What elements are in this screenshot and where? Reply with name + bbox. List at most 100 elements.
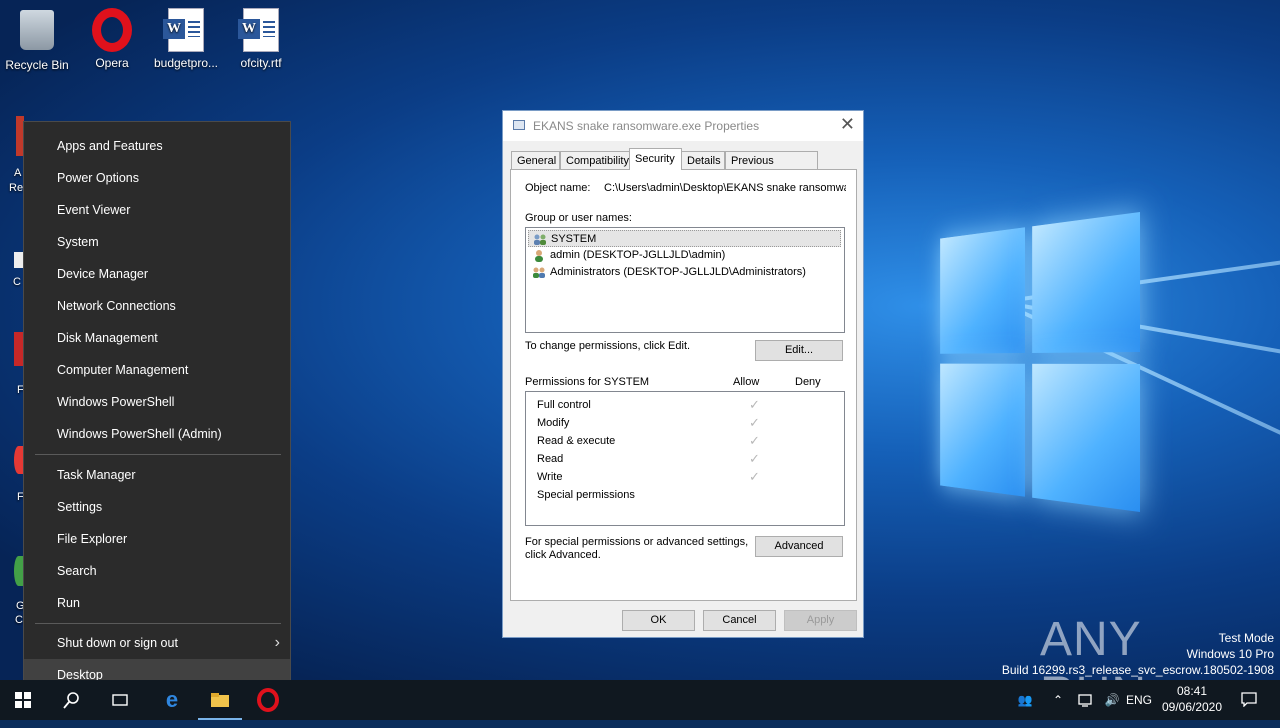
advanced-settings-hint: For special permissions or advanced sett… xyxy=(525,536,748,562)
ok-button[interactable]: OK xyxy=(622,610,695,631)
menu-item-run[interactable]: Run xyxy=(24,587,290,619)
menu-item-event-viewer[interactable]: Event Viewer xyxy=(24,194,290,226)
dialog-titlebar[interactable]: EKANS snake ransomware.exe Properties ✕ xyxy=(503,111,863,141)
desktop-icon-opera[interactable]: Opera xyxy=(75,8,149,70)
allow-check-icon: ✓ xyxy=(749,397,760,412)
allow-check-icon: ✓ xyxy=(749,433,760,448)
people-icon: 👥 xyxy=(1017,693,1033,707)
menu-item-file-explorer[interactable]: File Explorer xyxy=(24,523,290,555)
group-or-user-names-list[interactable]: SYSTEM admin (DESKTOP-JGLLJLD\admin) Adm… xyxy=(525,227,845,333)
tab-compatibility[interactable]: Compatibility xyxy=(560,151,630,169)
test-mode-notice: Test Mode Windows 10 Pro Build 16299.rs3… xyxy=(1002,630,1274,678)
task-view-button[interactable] xyxy=(98,680,142,720)
partial-app-icon xyxy=(14,556,23,586)
partial-icon-label: C xyxy=(15,614,23,626)
show-hidden-icons-button[interactable]: ⌃ xyxy=(1046,680,1070,720)
taskbar-app-opera[interactable] xyxy=(246,680,290,720)
list-item-admin[interactable]: admin (DESKTOP-JGLLJLD\admin) xyxy=(528,247,725,264)
permission-name: Modify xyxy=(537,417,570,429)
menu-item-windows-powershell-admin[interactable]: Windows PowerShell (Admin) xyxy=(24,418,290,450)
hint-line: For special permissions or advanced sett… xyxy=(525,536,749,548)
properties-dialog: EKANS snake ransomware.exe Properties ✕ … xyxy=(502,110,864,638)
tab-details[interactable]: Details xyxy=(681,151,725,169)
permission-name: Read & execute xyxy=(537,435,616,447)
partial-app-icon xyxy=(14,332,23,366)
deny-column-header: Deny xyxy=(795,376,821,388)
power-user-menu: Apps and Features Power Options Event Vi… xyxy=(23,121,291,699)
search-button[interactable] xyxy=(50,680,94,720)
desktop-icon-ofcity[interactable]: W ofcity.rtf xyxy=(224,8,298,70)
apply-button[interactable]: Apply xyxy=(784,610,857,631)
menu-item-computer-management[interactable]: Computer Management xyxy=(24,354,290,386)
network-tray-button[interactable] xyxy=(1074,680,1098,720)
permission-row-read-execute: Read & execute ✓ xyxy=(537,432,760,450)
permissions-for-label: Permissions for SYSTEM xyxy=(525,376,650,388)
volume-tray-button[interactable]: 🔊 xyxy=(1100,680,1124,720)
word-document-icon: W xyxy=(238,8,279,52)
start-button[interactable] xyxy=(0,680,46,720)
edition-line: Windows 10 Pro xyxy=(1186,647,1274,661)
windows-start-icon xyxy=(15,692,31,708)
partial-icon-label: C xyxy=(13,276,21,288)
input-language-indicator[interactable]: ENG xyxy=(1124,680,1154,720)
hint-line: click Advanced. xyxy=(525,549,601,561)
word-document-icon: W xyxy=(163,8,204,52)
permission-row-write: Write ✓ xyxy=(537,468,760,486)
menu-item-shut-down-or-sign-out[interactable]: Shut down or sign out › xyxy=(24,627,290,659)
desktop-icon-budgetpro[interactable]: W budgetpro... xyxy=(149,8,223,70)
permission-name: Read xyxy=(537,453,564,465)
menu-item-device-manager[interactable]: Device Manager xyxy=(24,258,290,290)
partial-icon-label: Re xyxy=(9,182,24,194)
menu-item-settings[interactable]: Settings xyxy=(24,491,290,523)
opera-icon xyxy=(92,8,132,52)
menu-item-windows-powershell[interactable]: Windows PowerShell xyxy=(24,386,290,418)
list-item-system[interactable]: SYSTEM xyxy=(528,230,841,247)
taskbar-app-file-explorer[interactable] xyxy=(198,680,242,720)
taskbar-app-edge[interactable]: e xyxy=(150,680,194,720)
menu-item-task-manager[interactable]: Task Manager xyxy=(24,459,290,491)
test-mode-line: Test Mode xyxy=(1218,631,1274,645)
advanced-button[interactable]: Advanced xyxy=(755,536,843,557)
opera-icon xyxy=(257,688,279,712)
group-or-user-names-label: Group or user names: xyxy=(525,212,632,224)
menu-separator xyxy=(35,454,281,455)
permission-row-read: Read ✓ xyxy=(537,450,760,468)
menu-item-search[interactable]: Search xyxy=(24,555,290,587)
tab-previous-versions[interactable]: Previous Versions xyxy=(725,151,818,185)
menu-item-disk-management[interactable]: Disk Management xyxy=(24,322,290,354)
menu-item-apps-and-features[interactable]: Apps and Features xyxy=(24,130,290,162)
close-icon[interactable]: ✕ xyxy=(840,114,855,135)
taskbar: e 👥 ⌃ 🔊 ENG 08:41 09/06/2020 xyxy=(0,680,1280,720)
allow-column-header: Allow xyxy=(733,376,760,388)
chevron-up-icon: ⌃ xyxy=(1052,693,1064,707)
partial-app-icon xyxy=(14,252,23,268)
list-item-label: Administrators (DESKTOP-JGLLJLD\Administ… xyxy=(550,266,806,278)
menu-item-network-connections[interactable]: Network Connections xyxy=(24,290,290,322)
menu-item-power-options[interactable]: Power Options xyxy=(24,162,290,194)
menu-item-system[interactable]: System xyxy=(24,226,290,258)
recycle-bin-icon xyxy=(20,10,54,50)
permission-name: Full control xyxy=(537,399,591,411)
users-group-icon xyxy=(534,234,546,245)
desktop-icon-recycle-bin[interactable]: Recycle Bin xyxy=(0,8,74,72)
menu-item-label: Shut down or sign out xyxy=(57,636,178,650)
people-button[interactable]: 👥 xyxy=(1010,680,1040,720)
edit-button[interactable]: Edit... xyxy=(755,340,843,361)
cancel-button[interactable]: Cancel xyxy=(703,610,776,631)
chevron-right-icon: › xyxy=(274,634,280,651)
user-icon xyxy=(535,250,543,262)
system-clock[interactable]: 08:41 09/06/2020 xyxy=(1158,683,1226,715)
desktop-icon-label: ofcity.rtf xyxy=(240,56,282,70)
tab-general[interactable]: General xyxy=(511,151,560,169)
list-item-administrators[interactable]: Administrators (DESKTOP-JGLLJLD\Administ… xyxy=(528,264,806,281)
permissions-list[interactable]: Full control ✓ Modify ✓ Read & execute ✓… xyxy=(525,391,845,526)
folder-icon xyxy=(211,693,229,707)
tab-security[interactable]: Security xyxy=(629,148,682,170)
desktop-icon-label: Opera xyxy=(95,56,129,70)
clock-date: 09/06/2020 xyxy=(1161,700,1223,714)
change-permissions-hint: To change permissions, click Edit. xyxy=(525,340,691,352)
edge-icon: e xyxy=(165,687,179,712)
list-item-label: SYSTEM xyxy=(551,233,597,245)
action-center-button[interactable] xyxy=(1234,680,1264,720)
dialog-title: EKANS snake ransomware.exe Properties xyxy=(533,119,760,133)
